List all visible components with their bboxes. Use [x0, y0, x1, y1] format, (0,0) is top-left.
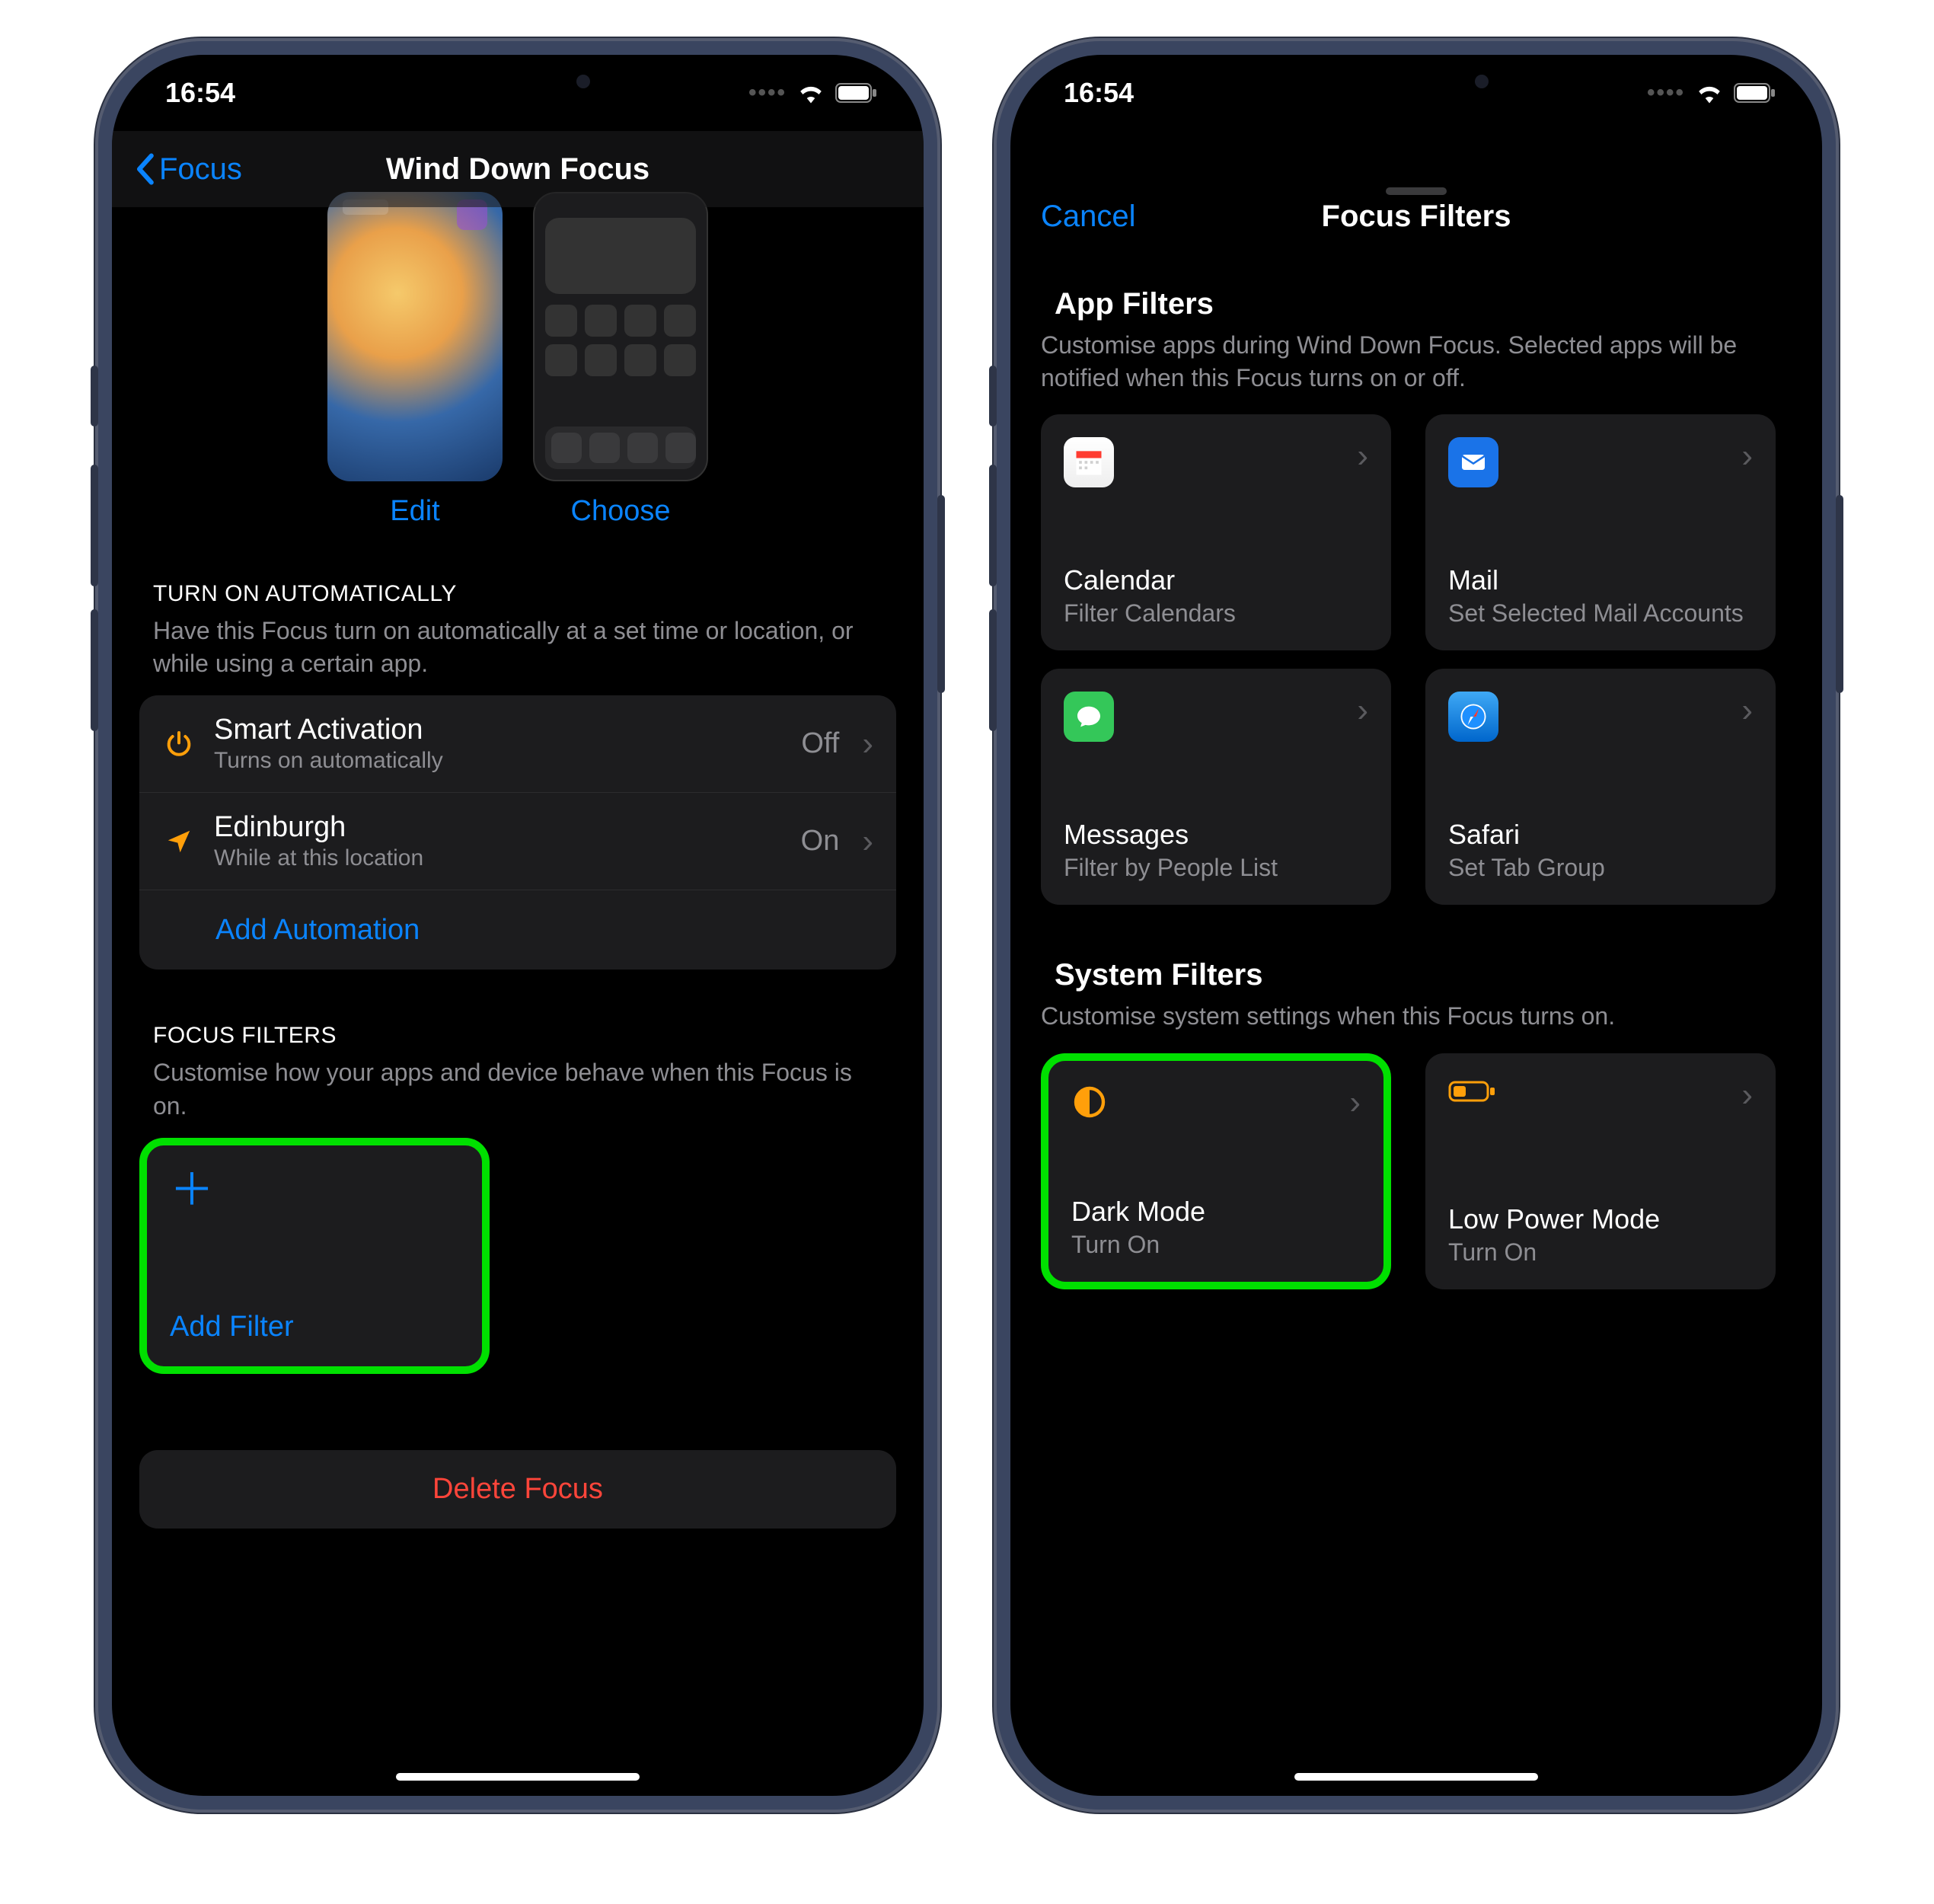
location-arrow-icon: [162, 827, 196, 856]
power-icon: [162, 729, 196, 759]
chevron-right-icon: ›: [1741, 692, 1753, 742]
sheet-title: Focus Filters: [1322, 200, 1511, 234]
dark-mode-icon: [1071, 1084, 1108, 1124]
add-automation-button[interactable]: Add Automation: [139, 890, 896, 970]
chevron-right-icon: ›: [1349, 1084, 1361, 1124]
mute-switch[interactable]: [91, 366, 98, 426]
filter-sub: Filter Calendars: [1064, 599, 1368, 628]
filter-sub: Filter by People List: [1064, 854, 1368, 882]
row-value: Off: [801, 727, 839, 760]
choose-homescreen-button[interactable]: Choose: [571, 495, 671, 528]
filter-title: Calendar: [1064, 564, 1368, 596]
sheet-header: Cancel Focus Filters: [1010, 177, 1822, 257]
system-filters-sub: Customise system settings when this Focu…: [1041, 1000, 1792, 1033]
cellular-dots-icon: ••••: [748, 80, 787, 106]
add-automation-label: Add Automation: [162, 914, 420, 947]
row-sub: Turns on automatically: [214, 748, 783, 774]
home-indicator[interactable]: [396, 1773, 640, 1781]
filter-title: Safari: [1448, 819, 1753, 851]
chevron-right-icon: ›: [1357, 692, 1368, 742]
calendar-icon: [1064, 437, 1114, 487]
chevron-right-icon: ›: [862, 823, 873, 861]
filter-sub: Turn On: [1448, 1238, 1753, 1267]
chevron-right-icon: ›: [1741, 1076, 1753, 1114]
filter-sub: Turn On: [1071, 1231, 1361, 1259]
filter-sub: Set Selected Mail Accounts: [1448, 599, 1753, 628]
chevron-right-icon: ›: [1741, 437, 1753, 487]
back-button[interactable]: Focus: [135, 152, 242, 187]
delete-focus-button[interactable]: Delete Focus: [139, 1450, 896, 1529]
filter-sub: Set Tab Group: [1448, 854, 1753, 882]
mail-icon: [1448, 437, 1498, 487]
filter-safari[interactable]: › Safari Set Tab Group: [1425, 669, 1776, 905]
home-indicator[interactable]: [1294, 1773, 1538, 1781]
side-button[interactable]: [1836, 495, 1843, 693]
lock-screen-preview[interactable]: [327, 192, 503, 481]
phone-right: 16:54 •••• Cancel Focus Filters App Filt…: [994, 38, 1839, 1813]
notch: [377, 55, 659, 108]
add-filter-card[interactable]: ＋ Add Filter: [139, 1138, 490, 1374]
page-title: Wind Down Focus: [386, 152, 649, 187]
phone-left: 16:54 •••• Edit: [95, 38, 940, 1813]
location-row[interactable]: Edinburgh While at this location On ›: [139, 793, 896, 890]
filters-sub: Customise how your apps and device behav…: [153, 1056, 882, 1122]
messages-icon: [1064, 692, 1114, 742]
app-filters-sub: Customise apps during Wind Down Focus. S…: [1041, 329, 1792, 395]
automation-group: Smart Activation Turns on automatically …: [139, 695, 896, 970]
status-time: 16:54: [1064, 77, 1134, 109]
row-title: Smart Activation: [214, 714, 783, 746]
volume-up-button[interactable]: [989, 465, 997, 586]
filter-messages[interactable]: › Messages Filter by People List: [1041, 669, 1391, 905]
row-sub: While at this location: [214, 845, 783, 871]
filter-low-power[interactable]: › Low Power Mode Turn On: [1425, 1053, 1776, 1289]
auto-sub: Have this Focus turn on automatically at…: [153, 615, 882, 680]
home-screen-preview[interactable]: [533, 192, 708, 481]
add-filter-label: Add Filter: [170, 1311, 459, 1343]
status-time: 16:54: [165, 77, 235, 109]
filter-calendar[interactable]: › Calendar Filter Calendars: [1041, 414, 1391, 650]
filter-title: Mail: [1448, 564, 1753, 596]
row-value: On: [801, 825, 840, 858]
volume-up-button[interactable]: [91, 465, 98, 586]
cellular-dots-icon: ••••: [1647, 80, 1685, 106]
plus-icon: ＋: [170, 1168, 459, 1212]
delete-focus-label: Delete Focus: [432, 1473, 603, 1505]
low-power-icon: [1448, 1076, 1497, 1114]
content-left: Edit Choose TURN ON AUTOMATICALLY Have: [112, 154, 924, 1796]
chevron-right-icon: ›: [862, 725, 873, 763]
filter-title: Low Power Mode: [1448, 1203, 1753, 1235]
cancel-button[interactable]: Cancel: [1041, 200, 1136, 234]
volume-down-button[interactable]: [91, 609, 98, 731]
back-label: Focus: [159, 152, 242, 187]
auto-header: TURN ON AUTOMATICALLY: [153, 581, 882, 607]
nav-bar: Focus Wind Down Focus: [112, 131, 924, 207]
smart-activation-row[interactable]: Smart Activation Turns on automatically …: [139, 695, 896, 793]
volume-down-button[interactable]: [989, 609, 997, 731]
edit-lockscreen-button[interactable]: Edit: [390, 495, 439, 528]
chevron-right-icon: ›: [1357, 437, 1368, 487]
notch: [1275, 55, 1557, 108]
filter-title: Dark Mode: [1071, 1196, 1361, 1228]
filter-mail[interactable]: › Mail Set Selected Mail Accounts: [1425, 414, 1776, 650]
mute-switch[interactable]: [989, 366, 997, 426]
row-title: Edinburgh: [214, 811, 783, 844]
safari-icon: [1448, 692, 1498, 742]
filter-dark-mode[interactable]: › Dark Mode Turn On: [1041, 1053, 1391, 1289]
wifi-icon: [1696, 82, 1723, 104]
side-button[interactable]: [937, 495, 945, 693]
filters-header: FOCUS FILTERS: [153, 1023, 882, 1049]
battery-icon: [835, 83, 878, 103]
wifi-icon: [797, 82, 825, 104]
battery-icon: [1734, 83, 1776, 103]
app-filters-header: App Filters: [1055, 287, 1778, 321]
filter-title: Messages: [1064, 819, 1368, 851]
system-filters-header: System Filters: [1055, 958, 1778, 992]
